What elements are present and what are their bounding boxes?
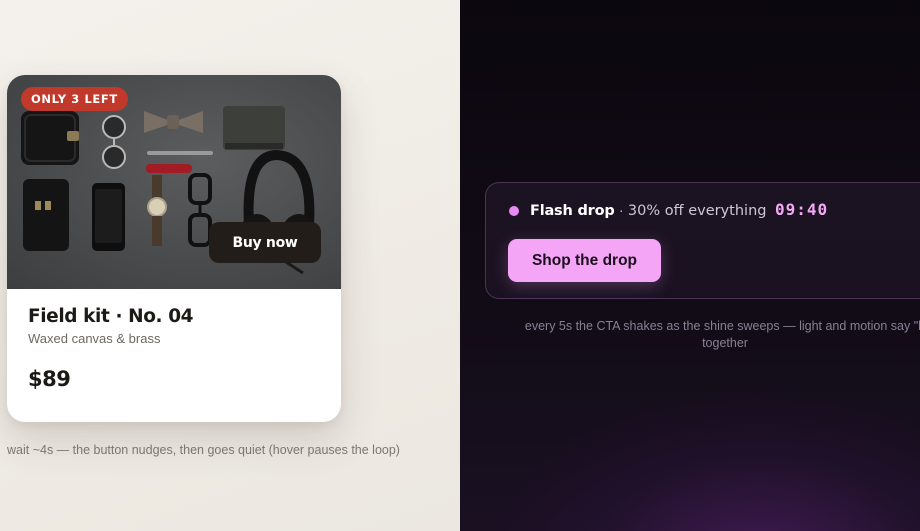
product-card: ONLY 3 LEFT Field kit · No. 04 Waxed can… (7, 75, 341, 422)
flash-subtitle: 30% off everything (627, 203, 767, 219)
flash-demo-panel: Flash drop · 30% off everything 09:40 Sh… (460, 0, 920, 531)
product-subtitle: Waxed canvas & brass (28, 331, 161, 346)
card-body: Field kit · No. 04 Waxed canvas & brass … (7, 289, 341, 422)
flash-headline: Flash drop · 30% off everything (530, 201, 766, 221)
product-title: Field kit · No. 04 (28, 306, 194, 327)
product-price: $89 (28, 367, 71, 391)
product-demo-panel: ONLY 3 LEFT Field kit · No. 04 Waxed can… (0, 0, 460, 531)
live-dot-icon (509, 206, 519, 216)
flash-drop-banner: Flash drop · 30% off everything 09:40 Sh… (485, 182, 920, 299)
right-caption: every 5s the CTA shakes as the shine swe… (524, 319, 920, 350)
left-caption: wait ~4s — the button nudges, then goes … (7, 443, 400, 457)
stock-badge: ONLY 3 LEFT (21, 87, 128, 111)
shop-the-drop-button[interactable]: Shop the drop (508, 239, 661, 282)
flash-title: Flash drop (530, 203, 615, 219)
flash-separator: · (614, 202, 628, 219)
buy-now-button[interactable]: Buy now (209, 222, 321, 263)
countdown-timer: 09:40 (775, 200, 829, 219)
